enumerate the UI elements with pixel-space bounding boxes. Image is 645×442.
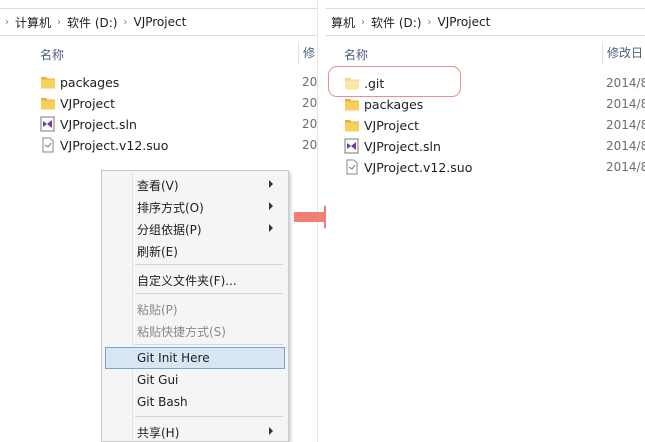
menu-item-git-bash[interactable]: Git Bash [105,391,285,413]
breadcrumb-computer[interactable]: 算机 [328,14,358,31]
suo-file-icon [346,159,358,175]
folder-icon [345,78,359,90]
chevron-right-icon: › [57,16,62,28]
address-bar[interactable]: › 计算机 › 软件 (D:) › VJProject [0,8,317,36]
file-name: .git [364,76,385,91]
chevron-right-icon [269,224,273,232]
menu-item-group[interactable]: 分组依据(P) [105,217,285,239]
folder-icon [41,77,55,89]
file-row[interactable]: VJProject 20 [0,93,317,114]
breadcrumb-computer[interactable]: 计算机 [12,14,54,31]
menu-item-label: 分组依据(P) [137,223,202,237]
column-name-header[interactable]: 名称 [40,46,64,63]
file-row[interactable]: packages 2014/8 [326,94,645,115]
column-date-header[interactable]: 修 [298,42,315,64]
menu-item-paste-shortcut: 粘贴快捷方式(S) [105,319,285,341]
file-date: 2014/8 [606,97,645,111]
menu-item-label: 排序方式(O) [137,201,204,215]
menu-item-label: 粘贴快捷方式(S) [137,325,226,339]
menu-separator [135,416,283,417]
context-menu: 查看(V) 排序方式(O) 分组依据(P) 刷新(E) 自定义文件夹(F)...… [101,170,289,442]
file-date: 20 [302,138,318,152]
file-row[interactable]: VJProject.v12.suo 20 [0,135,317,156]
column-name-header[interactable]: 名称 [344,46,368,63]
file-date: 20 [302,96,318,110]
file-row[interactable]: VJProject.sln 20 [0,114,317,135]
menu-item-label: 自定义文件夹(F)... [137,274,237,288]
file-name: VJProject [364,118,420,133]
file-name: VJProject.v12.suo [364,160,473,175]
menu-item-sort[interactable]: 排序方式(O) [105,195,285,217]
file-name: packages [364,97,424,112]
menu-item-label: 查看(V) [137,179,179,193]
file-name: VJProject [60,96,116,111]
chevron-right-icon [269,202,273,210]
file-row[interactable]: VJProject.sln 2014/8 [326,136,645,157]
file-name: VJProject.sln [364,139,441,154]
chevron-right-icon [269,427,273,435]
menu-item-label: Git Bash [137,395,188,409]
visual-studio-solution-icon [344,138,359,154]
file-row[interactable]: VJProject.v12.suo 2014/8 [326,157,645,178]
file-date: 2014/8 [606,160,645,174]
menu-item-git-gui[interactable]: Git Gui [105,369,285,391]
breadcrumb-drive[interactable]: 软件 (D:) [64,14,120,31]
menu-item-customize-folder[interactable]: 自定义文件夹(F)... [105,268,285,290]
folder-icon [41,98,55,110]
chevron-right-icon [269,180,273,188]
column-date-header[interactable]: 修改日 [602,42,643,64]
file-row[interactable]: packages 20 [0,72,317,93]
file-name: packages [60,75,120,90]
chevron-right-icon: › [5,16,9,28]
column-header: 名称 修改日 [326,40,645,66]
suo-file-icon [42,137,54,153]
file-name: VJProject.sln [60,117,137,132]
menu-item-share[interactable]: 共享(H) [105,420,285,442]
file-date: 2014/8 [606,76,645,90]
folder-icon [345,99,359,111]
breadcrumb-folder[interactable]: VJProject [130,15,189,29]
file-row[interactable]: VJProject 2014/8 [326,115,645,136]
address-bar[interactable]: 算机 › 软件 (D:) › VJProject [326,8,645,36]
menu-item-label: 刷新(E) [137,245,178,259]
chevron-right-icon: › [427,16,432,28]
file-name: VJProject.v12.suo [60,138,169,153]
breadcrumb-drive[interactable]: 软件 (D:) [368,14,424,31]
menu-item-label: 粘贴(P) [137,303,178,317]
file-date: 20 [302,117,318,131]
menu-separator [135,344,283,345]
breadcrumb-folder[interactable]: VJProject [434,15,493,29]
menu-separator [135,264,283,265]
menu-item-git-init-here[interactable]: Git Init Here [105,347,285,369]
visual-studio-solution-icon [40,116,55,132]
chevron-right-icon: › [361,16,366,28]
menu-separator [135,293,283,294]
menu-item-paste: 粘贴(P) [105,297,285,319]
file-date: 2014/8 [606,139,645,153]
column-header: 名称 修 [0,40,317,66]
menu-item-label: Git Gui [137,373,179,387]
chevron-right-icon: › [123,16,128,28]
folder-icon [345,120,359,132]
file-row[interactable]: .git 2014/8 [326,73,645,94]
menu-item-refresh[interactable]: 刷新(E) [105,239,285,261]
file-date: 20 [302,75,318,89]
right-explorer-window: 算机 › 软件 (D:) › VJProject 名称 修改日 .git 201… [326,0,645,442]
menu-item-label: Git Init Here [137,351,210,365]
menu-item-label: 共享(H) [137,426,180,440]
file-date: 2014/8 [606,118,645,132]
menu-item-view[interactable]: 查看(V) [105,173,285,195]
